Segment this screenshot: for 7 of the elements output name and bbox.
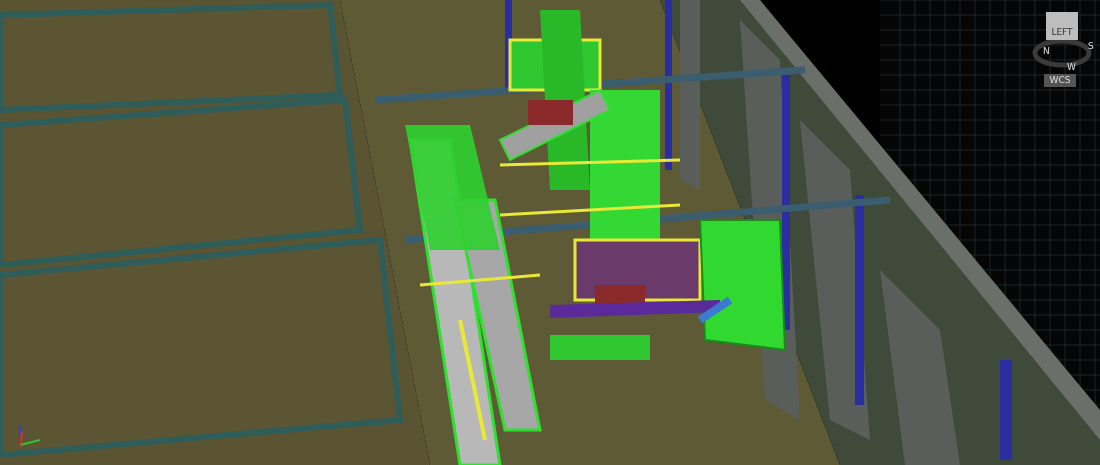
compass-direction[interactable]: W <box>1067 63 1076 72</box>
view-cube[interactable]: LEFT <box>1046 12 1078 40</box>
compass-direction[interactable]: N <box>1043 47 1050 56</box>
coordinate-system-button[interactable]: WCS <box>1044 74 1076 87</box>
compass-ring-icon[interactable] <box>1032 38 1092 68</box>
compass-direction[interactable]: S <box>1088 42 1094 51</box>
axis-icon <box>19 424 41 446</box>
